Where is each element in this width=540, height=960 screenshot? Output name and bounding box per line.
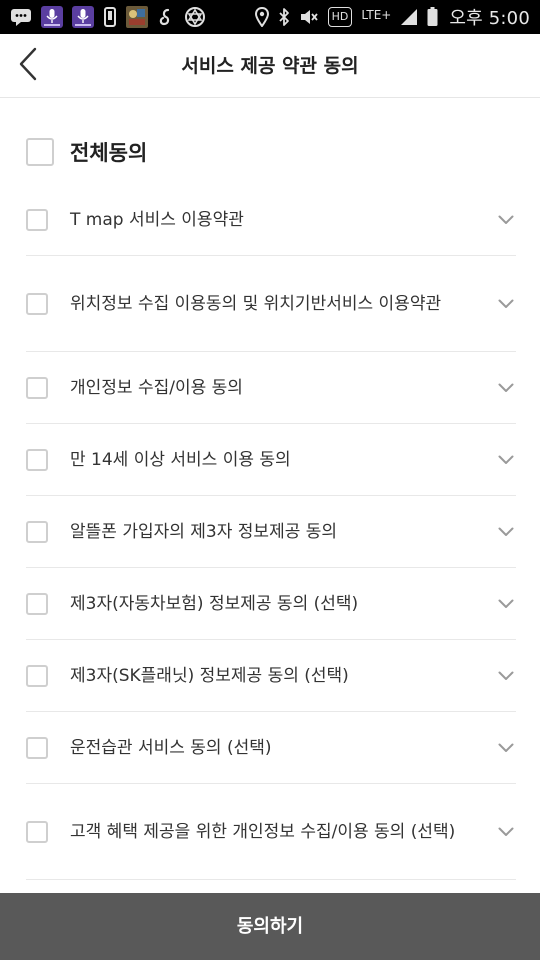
term-checkbox[interactable]	[26, 292, 48, 315]
term-checkbox[interactable]	[26, 448, 48, 471]
chevron-down-icon[interactable]	[496, 594, 516, 614]
app-header: 서비스 제공 약관 동의	[0, 34, 540, 98]
status-bar-system: HD LTE+ 오후 5:00	[254, 0, 530, 34]
chevron-down-icon[interactable]	[496, 210, 516, 230]
chevron-left-icon	[17, 47, 39, 85]
agree-all-label: 전체동의	[70, 141, 148, 165]
term-item[interactable]: 만 14세 이상 서비스 이용 동의	[26, 424, 516, 496]
term-checkbox[interactable]	[26, 820, 48, 843]
page-title: 서비스 제공 약관 동의	[181, 55, 359, 77]
back-button[interactable]	[6, 40, 50, 92]
term-item[interactable]: T map 서비스 이용약관	[26, 184, 516, 256]
mic-app-icon	[72, 6, 94, 28]
mute-icon	[299, 6, 319, 28]
term-item[interactable]: 제3자(자동차보험) 정보제공 동의 (선택)	[26, 568, 516, 640]
term-label: 알뜰폰 가입자의 제3자 정보제공 동의	[70, 521, 338, 542]
chevron-down-icon[interactable]	[496, 738, 516, 758]
network-type: LTE+	[361, 8, 392, 22]
term-checkbox[interactable]	[26, 664, 48, 687]
game-app-icon	[126, 6, 148, 28]
chevron-down-icon[interactable]	[496, 666, 516, 686]
term-checkbox[interactable]	[26, 208, 48, 231]
term-item[interactable]: 고객 혜택 제공을 위한 개인정보 수집/이용 동의 (선택)	[26, 784, 516, 880]
term-checkbox[interactable]	[26, 736, 48, 759]
term-item[interactable]: 개인정보 수집/이용 동의	[26, 352, 516, 424]
link-icon	[157, 6, 175, 28]
term-label: 제3자(SK플래닛) 정보제공 동의 (선택)	[70, 665, 349, 686]
term-checkbox[interactable]	[26, 376, 48, 399]
chat-icon	[10, 6, 32, 28]
term-label: 운전습관 서비스 동의 (선택)	[70, 737, 272, 758]
term-item[interactable]: 위치정보 수집 이용동의 및 위치기반서비스 이용약관	[26, 256, 516, 352]
app-root: HD LTE+ 오후 5:00 서비스 제공 약관 동의 전체동의 T map …	[0, 0, 540, 960]
term-checkbox[interactable]	[26, 592, 48, 615]
term-label: 만 14세 이상 서비스 이용 동의	[70, 449, 291, 470]
term-checkbox[interactable]	[26, 520, 48, 543]
checkbox-icon	[26, 138, 54, 166]
location-icon	[254, 6, 269, 28]
agree-all-checkbox[interactable]: 전체동의	[26, 134, 147, 170]
shield-app-icon	[184, 6, 206, 28]
term-label: 위치정보 수집 이용동의 및 위치기반서비스 이용약관	[70, 293, 442, 314]
status-clock: 오후 5:00	[449, 8, 530, 29]
chevron-down-icon[interactable]	[496, 522, 516, 542]
term-item[interactable]: 운전습관 서비스 동의 (선택)	[26, 712, 516, 784]
chevron-down-icon[interactable]	[496, 822, 516, 842]
mic-app-icon	[41, 6, 63, 28]
agree-button[interactable]: 동의하기	[0, 893, 540, 960]
term-label: 제3자(자동차보험) 정보제공 동의 (선택)	[70, 593, 359, 614]
chevron-down-icon[interactable]	[496, 378, 516, 398]
term-label: 고객 혜택 제공을 위한 개인정보 수집/이용 동의 (선택)	[70, 821, 456, 842]
phone-icon	[103, 6, 117, 28]
terms-list: T map 서비스 이용약관 위치정보 수집 이용동의 및 위치기반서비스 이용…	[26, 184, 516, 880]
battery-icon	[427, 6, 438, 28]
chevron-down-icon[interactable]	[496, 294, 516, 314]
chevron-down-icon[interactable]	[496, 450, 516, 470]
bluetooth-icon	[278, 6, 290, 28]
status-bar-notifications	[10, 0, 206, 34]
term-item[interactable]: 제3자(SK플래닛) 정보제공 동의 (선택)	[26, 640, 516, 712]
term-label: 개인정보 수집/이용 동의	[70, 377, 243, 398]
signal-icon	[400, 6, 418, 28]
term-item[interactable]: 알뜰폰 가입자의 제3자 정보제공 동의	[26, 496, 516, 568]
hd-voice-badge: HD	[327, 7, 353, 27]
term-label: T map 서비스 이용약관	[70, 209, 244, 230]
status-bar: HD LTE+ 오후 5:00	[0, 0, 540, 34]
